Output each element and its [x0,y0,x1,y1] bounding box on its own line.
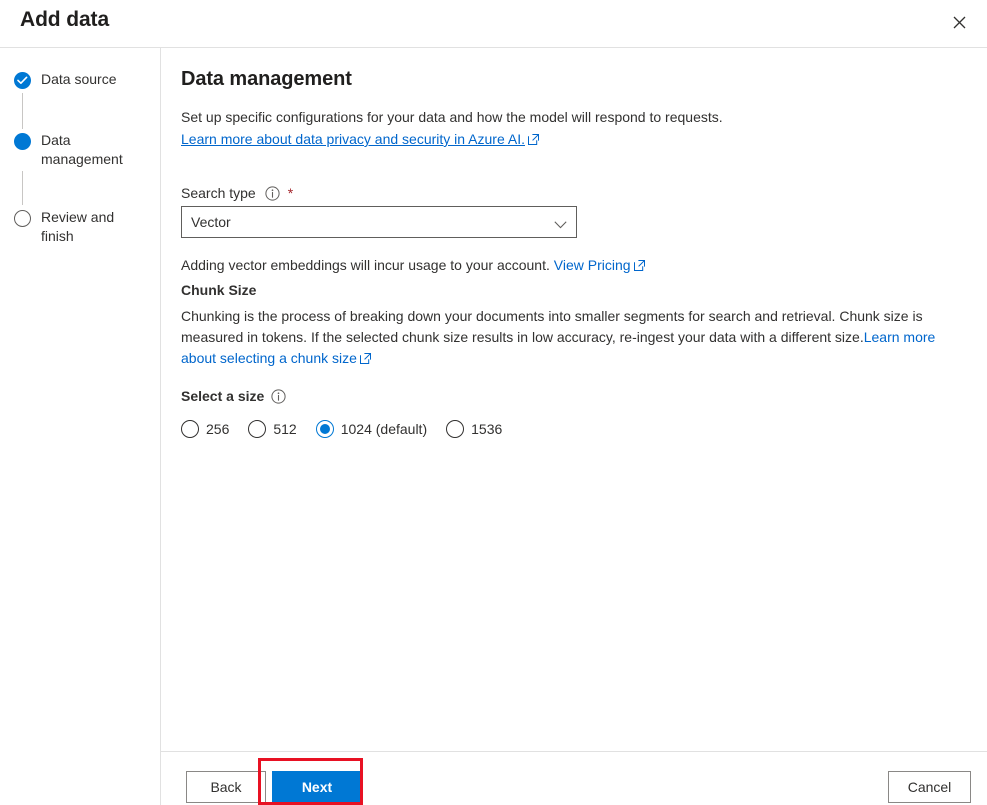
radio-circle-selected-icon [315,420,334,438]
check-icon [14,72,31,89]
sidebar-step-label: Review and finish [41,209,115,244]
radio-option-1024[interactable]: 1024 (default) [315,420,428,438]
step-connector-2 [22,171,23,205]
wizard-sidebar: Data source Data management Review and f… [0,48,161,805]
info-icon[interactable] [271,388,286,404]
info-icon[interactable] [265,185,280,201]
close-button[interactable] [939,5,979,41]
page-title: Data management [181,68,352,90]
select-a-size-label: Select a size [181,388,265,404]
data-privacy-link[interactable]: Learn more about data privacy and securi… [181,131,525,147]
select-a-size-label-row: Select a size [181,388,973,404]
radio-option-512[interactable]: 512 [248,420,297,438]
chunk-size-heading: Chunk Size [181,282,257,298]
search-type-dropdown[interactable]: Vector [181,206,577,238]
next-button[interactable]: Next [272,771,362,803]
radio-circle-icon [181,420,199,438]
sidebar-step-data-management[interactable]: Data management [14,131,141,169]
radio-option-1536[interactable]: 1536 [446,420,502,438]
back-button[interactable]: Back [186,771,266,803]
external-link-icon [527,130,539,145]
view-pricing-link[interactable]: View Pricing [554,257,631,273]
sidebar-step-review-and-finish[interactable]: Review and finish [14,208,141,246]
radio-label: 1024 (default) [340,421,428,437]
sidebar-step-label: Data source [41,71,117,87]
intro-text: Set up specific configurations for your … [181,109,723,125]
chunk-size-description: Chunking is the process of breaking down… [181,306,971,369]
dialog-footer: Back Next Cancel [161,751,987,805]
pricing-note: Adding vector embeddings will incur usag… [181,255,973,275]
search-type-label-row: Search type * [181,185,973,201]
filled-circle-icon [14,133,31,150]
sidebar-step-data-source[interactable]: Data source [14,70,141,89]
radio-option-256[interactable]: 256 [181,420,229,438]
cancel-button[interactable]: Cancel [888,771,971,803]
chunk-size-description-text: Chunking is the process of breaking down… [181,308,923,345]
required-marker: * [287,185,294,201]
privacy-link-line: Learn more about data privacy and securi… [181,129,973,149]
radio-label: 512 [273,421,297,437]
sidebar-step-label: Data management [41,132,123,167]
chunk-size-radio-group: 256 512 1024 (default) 1536 [181,420,973,438]
radio-circle-icon [248,420,267,438]
radio-label: 1536 [471,421,503,437]
dialog-header: Add data [0,0,987,48]
step-connector-1 [22,93,23,129]
close-icon [953,15,966,32]
radio-circle-icon [446,420,465,438]
empty-circle-icon [14,210,31,227]
pricing-note-text: Adding vector embeddings will incur usag… [181,257,554,273]
search-type-field: Search type * Vector [181,185,973,238]
external-link-icon [633,256,645,271]
external-link-icon [359,349,371,364]
chevron-down-icon [554,216,567,234]
search-type-value: Vector [191,214,231,230]
main-content: Data management Set up specific configur… [161,48,987,751]
radio-label: 256 [206,421,230,437]
dialog-title: Add data [20,8,110,31]
search-type-label: Search type [181,185,256,201]
